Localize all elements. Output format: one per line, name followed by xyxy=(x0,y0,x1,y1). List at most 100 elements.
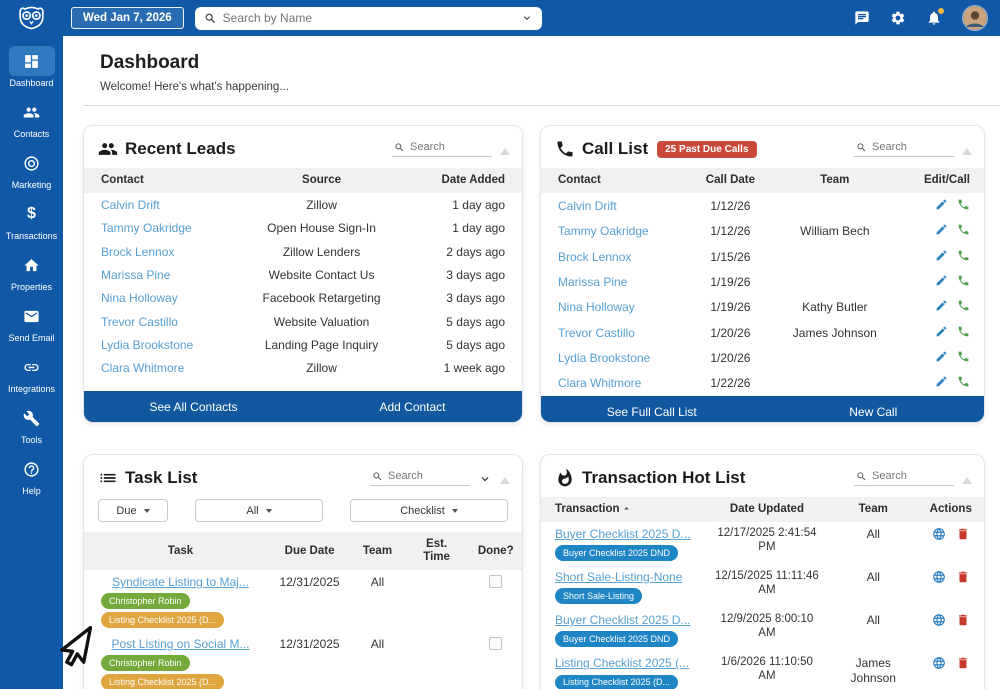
transaction-link[interactable]: Buyer Checklist 2025 D... xyxy=(555,613,690,627)
messages-button[interactable] xyxy=(854,10,870,26)
edit-icon[interactable] xyxy=(935,198,948,211)
new-call-button[interactable]: New Call xyxy=(763,396,985,423)
contact-link[interactable]: Nina Holloway xyxy=(558,300,635,314)
column-header-sortable[interactable]: Transaction xyxy=(541,497,705,522)
transactions-search-input[interactable] xyxy=(872,470,944,482)
see-all-contacts-button[interactable]: See All Contacts xyxy=(84,391,303,422)
call-icon[interactable] xyxy=(957,198,970,211)
call-icon[interactable] xyxy=(957,325,970,338)
topbar-search[interactable] xyxy=(195,7,542,30)
date-button[interactable]: Wed Jan 7, 2026 xyxy=(71,7,184,29)
sidebar-item-transactions[interactable]: $ Transactions xyxy=(0,199,63,241)
card-search[interactable] xyxy=(854,470,954,486)
column-header: Team xyxy=(829,497,918,522)
scope-filter-select[interactable]: All xyxy=(195,499,323,522)
settings-button[interactable] xyxy=(890,10,906,26)
calls-search-input[interactable] xyxy=(872,141,944,153)
edit-icon[interactable] xyxy=(935,274,948,287)
edit-icon[interactable] xyxy=(935,249,948,262)
trash-icon[interactable] xyxy=(956,656,970,670)
contact-link[interactable]: Marissa Pine xyxy=(558,275,627,289)
transaction-link[interactable]: Short Sale-Listing-None xyxy=(555,570,682,584)
card-search[interactable] xyxy=(854,141,954,157)
contact-link[interactable]: Clara Whitmore xyxy=(101,361,184,375)
task-done-checkbox[interactable] xyxy=(489,637,502,650)
chevron-down-icon[interactable] xyxy=(478,472,492,486)
edit-icon[interactable] xyxy=(935,350,948,363)
collapse-triangle-icon[interactable] xyxy=(500,477,510,484)
sidebar-item-properties[interactable]: Properties xyxy=(0,250,63,292)
call-icon[interactable] xyxy=(957,274,970,287)
collapse-triangle-icon[interactable] xyxy=(962,477,972,484)
add-contact-button[interactable]: Add Contact xyxy=(303,391,522,422)
app-logo[interactable] xyxy=(0,5,63,31)
transaction-link[interactable]: Listing Checklist 2025 (... xyxy=(555,656,689,670)
sidebar-item-integrations[interactable]: Integrations xyxy=(0,352,63,394)
globe-icon[interactable] xyxy=(932,656,946,670)
transaction-badge: Buyer Checklist 2025 DND xyxy=(555,631,678,647)
column-header: Due Date xyxy=(268,532,351,570)
contact-link[interactable]: Tammy Oakridge xyxy=(558,224,649,238)
edit-icon[interactable] xyxy=(935,375,948,388)
sidebar-item-tools[interactable]: Tools xyxy=(0,403,63,445)
transaction-link[interactable]: Buyer Checklist 2025 D... xyxy=(555,527,690,541)
card-search[interactable] xyxy=(370,470,470,486)
sidebar-item-help[interactable]: Help xyxy=(0,454,63,496)
topbar-search-input[interactable] xyxy=(223,11,515,25)
contact-link[interactable]: Brock Lennox xyxy=(558,250,631,264)
sidebar-item-dashboard[interactable]: Dashboard xyxy=(0,46,63,88)
call-icon[interactable] xyxy=(957,223,970,236)
edit-icon[interactable] xyxy=(935,223,948,236)
sidebar-item-contacts[interactable]: Contacts xyxy=(0,97,63,139)
edit-icon[interactable] xyxy=(935,299,948,312)
type-filter-select[interactable]: Checklist xyxy=(350,499,508,522)
contact-link[interactable]: Clara Whitmore xyxy=(558,376,641,390)
trash-icon[interactable] xyxy=(956,570,970,584)
call-date: 1/19/26 xyxy=(689,295,771,320)
sidebar-item-marketing[interactable]: Marketing xyxy=(0,148,63,190)
task-link[interactable]: Post Listing on Social M... xyxy=(111,637,249,651)
chevron-down-icon[interactable] xyxy=(521,12,533,24)
trash-icon[interactable] xyxy=(956,613,970,627)
call-team: William Bech xyxy=(772,219,898,244)
trash-icon[interactable] xyxy=(956,527,970,541)
contact-link[interactable]: Trevor Castillo xyxy=(101,315,178,329)
globe-icon[interactable] xyxy=(932,613,946,627)
contact-link[interactable]: Trevor Castillo xyxy=(558,326,635,340)
contact-link[interactable]: Brock Lennox xyxy=(101,245,174,259)
page-title: Dashboard xyxy=(100,52,1000,74)
lead-source: Zillow xyxy=(235,357,408,380)
sidebar-item-send-email[interactable]: Send Email xyxy=(0,301,63,343)
column-header: Date Added xyxy=(408,168,522,193)
card-title: Recent Leads xyxy=(125,139,236,159)
task-done-checkbox[interactable] xyxy=(489,575,502,588)
contact-link[interactable]: Marissa Pine xyxy=(101,268,170,282)
due-filter-select[interactable]: Due xyxy=(98,499,168,522)
contact-link[interactable]: Calvin Drift xyxy=(558,199,617,213)
call-list-card: Call List 25 Past Due Calls Contact Call… xyxy=(540,125,985,423)
call-icon[interactable] xyxy=(957,375,970,388)
lead-date-added: 1 day ago xyxy=(408,217,522,240)
table-row: Clara Whitmore1/22/26 xyxy=(541,371,984,396)
card-search[interactable] xyxy=(392,141,492,157)
collapse-triangle-icon[interactable] xyxy=(962,148,972,155)
task-link[interactable]: Syndicate Listing to Maj... xyxy=(112,575,249,589)
globe-icon[interactable] xyxy=(932,527,946,541)
call-icon[interactable] xyxy=(957,350,970,363)
contact-link[interactable]: Nina Holloway xyxy=(101,291,178,305)
contact-link[interactable]: Calvin Drift xyxy=(101,198,160,212)
notifications-button[interactable] xyxy=(926,10,942,26)
contact-link[interactable]: Tammy Oakridge xyxy=(101,221,192,235)
collapse-triangle-icon[interactable] xyxy=(500,148,510,155)
contact-link[interactable]: Lydia Brookstone xyxy=(558,351,650,365)
call-icon[interactable] xyxy=(957,299,970,312)
contact-link[interactable]: Lydia Brookstone xyxy=(101,338,193,352)
see-full-call-list-button[interactable]: See Full Call List xyxy=(541,396,763,423)
leads-search-input[interactable] xyxy=(410,141,482,153)
call-list-table: Contact Call Date Team Edit/Call Calvin … xyxy=(541,168,984,396)
user-avatar[interactable] xyxy=(962,5,988,31)
call-icon[interactable] xyxy=(957,249,970,262)
globe-icon[interactable] xyxy=(932,570,946,584)
tasks-search-input[interactable] xyxy=(388,470,460,482)
edit-icon[interactable] xyxy=(935,325,948,338)
